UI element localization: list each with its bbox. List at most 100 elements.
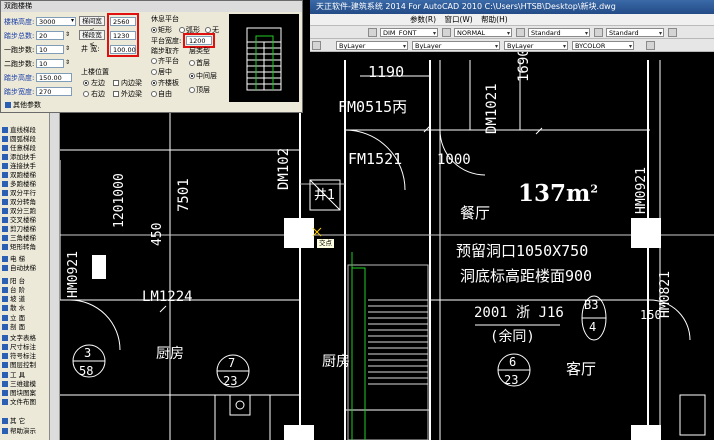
dim-1190: 1190 xyxy=(368,63,405,81)
door-label-dm1021: DM1021 xyxy=(484,83,500,134)
dialog-title: 双跑楼梯 xyxy=(1,1,302,12)
palette-item-label: 坡 道 xyxy=(10,295,26,303)
tread-width-input[interactable]: 270 xyxy=(36,87,72,96)
dim-7501: 7501 xyxy=(176,178,192,212)
palette-item-icon xyxy=(2,217,8,223)
palette-item-icon xyxy=(2,353,8,359)
steps-total-spinner-icon[interactable]: ⇕ xyxy=(65,30,70,40)
menu-bar: 参数(R) 窗口(W) 帮助(H) xyxy=(310,14,714,26)
multileader-style-icon[interactable] xyxy=(594,28,603,37)
style-manager-icon[interactable] xyxy=(668,28,677,37)
more-params-link[interactable]: 其他参数 xyxy=(13,100,41,110)
palette-item[interactable]: 矩形转角 xyxy=(2,242,49,252)
palette-item-label: 任意梯段 xyxy=(10,144,36,152)
menu-item-params[interactable]: 参数(R) xyxy=(410,15,436,24)
table-style-icon[interactable] xyxy=(516,28,525,37)
palette-item[interactable]: 剖 面 xyxy=(2,322,49,332)
well-label: 井1 xyxy=(314,188,335,203)
inner-beam-label: 内边梁 xyxy=(121,79,142,87)
palette-item-icon xyxy=(2,208,8,214)
palette-item[interactable]: 帮助演示 xyxy=(2,426,49,436)
palette-item[interactable]: 其 它 xyxy=(2,416,49,426)
palette-item-icon xyxy=(2,428,8,434)
palette-item-label: 添加扶手 xyxy=(10,153,36,161)
palette-item-icon xyxy=(2,265,8,271)
font-style-select[interactable]: DIM_FONT xyxy=(380,28,438,37)
palette-item-icon xyxy=(2,381,8,387)
steps-total-label: 踏步总数: xyxy=(4,32,35,40)
dim-1201000: 1201000 xyxy=(112,173,127,228)
landing-rect-radio[interactable] xyxy=(151,27,157,33)
palette-item-icon xyxy=(2,190,8,196)
palette-item-label: 电 梯 xyxy=(10,255,26,263)
palette-item-icon xyxy=(2,344,8,350)
palette-scroll-strip[interactable] xyxy=(50,113,60,440)
palette-item-label: 三维建模 xyxy=(10,380,36,388)
linetype-select[interactable]: ByLayer xyxy=(412,41,500,50)
flight1-spinner-icon[interactable]: ⇕ xyxy=(65,44,70,54)
lineweight-select[interactable]: ByLayer xyxy=(504,41,568,50)
palette-item[interactable]: 散 水 xyxy=(2,303,49,313)
align-center-label: 居中 xyxy=(158,68,172,76)
palette-item-label: 直线梯段 xyxy=(10,126,36,134)
flight-width-button[interactable]: 梯段宽< xyxy=(79,30,105,48)
palette-item[interactable]: 图层控制 xyxy=(2,360,49,370)
flight1-label: 一跑步数: xyxy=(4,46,35,54)
align-floor-radio[interactable] xyxy=(151,80,157,86)
door-label-fm1521: FM1521 xyxy=(348,150,403,168)
dim-450: 450 xyxy=(150,222,165,246)
floor-height-input[interactable]: 3000 xyxy=(36,17,76,26)
handrail-right-radio[interactable] xyxy=(83,91,89,97)
palette-item[interactable]: 文件布图 xyxy=(2,397,49,407)
palette-item-icon xyxy=(2,181,8,187)
palette-item[interactable]: 自动扶梯 xyxy=(2,263,49,273)
bubble-3: 3 xyxy=(84,346,92,360)
text-standard-select[interactable]: Standard xyxy=(528,28,590,37)
palette-item-label: 三角楼梯 xyxy=(10,234,36,242)
flight2-spinner-icon[interactable]: ⇕ xyxy=(65,58,70,68)
palette-item-label: 符号标注 xyxy=(10,352,36,360)
door-label-dm102: DM102 xyxy=(276,147,292,190)
text-style-icon[interactable] xyxy=(368,28,377,37)
window-label-hm0921-right: HM0921 xyxy=(634,167,649,214)
floor-top-radio[interactable] xyxy=(189,87,195,93)
align-landing-radio[interactable] xyxy=(151,58,157,64)
floor-middle-radio[interactable] xyxy=(189,73,195,79)
dim-style-icon[interactable] xyxy=(442,28,451,37)
inner-beam-checkbox[interactable] xyxy=(113,80,119,86)
handrail-group-label: 上楼位置 xyxy=(81,68,109,76)
riser-height-label: 踏步高度: xyxy=(4,74,35,82)
align-free-radio[interactable] xyxy=(151,91,157,97)
table-standard-select[interactable]: Standard xyxy=(606,28,664,37)
step-align-group-label: 踏步取齐 xyxy=(151,47,179,55)
palette-item-icon xyxy=(2,226,8,232)
handrail-left-label: 左边 xyxy=(91,79,105,87)
menu-item-help[interactable]: 帮助(H) xyxy=(481,15,508,24)
color-select[interactable]: BYCOLOR xyxy=(572,41,634,50)
dim-style-select[interactable]: NORMAL xyxy=(454,28,512,37)
layer-select[interactable]: ByLayer xyxy=(336,41,408,50)
layer-manager-icon[interactable] xyxy=(312,41,321,50)
menu-item-window[interactable]: 窗口(W) xyxy=(444,15,472,24)
palette-item-label: 其 它 xyxy=(10,417,26,425)
palette-item-label: 图层控制 xyxy=(10,361,36,369)
plot-style-icon[interactable] xyxy=(646,41,655,50)
align-center-radio[interactable] xyxy=(151,69,157,75)
handrail-left-radio[interactable] xyxy=(83,80,89,86)
palette-item-label: 立 面 xyxy=(10,314,26,322)
door-label-lm1224: LM1224 xyxy=(142,289,193,305)
hole-height-label: 洞底标高距楼面900 xyxy=(460,267,593,285)
stair-width-button[interactable]: 梯间宽< xyxy=(79,16,105,34)
steps-total-input[interactable]: 20 xyxy=(36,31,64,40)
floor-first-radio[interactable] xyxy=(189,60,195,66)
more-params-icon[interactable] xyxy=(5,102,11,108)
floor-height-dropdown-icon[interactable]: ▾ xyxy=(71,16,74,26)
riser-height-input[interactable]: 150.00 xyxy=(36,73,72,82)
room-label-restaurant: 餐厅 xyxy=(460,204,491,222)
palette-item-icon xyxy=(2,418,8,424)
outer-beam-checkbox[interactable] xyxy=(113,91,119,97)
dim-150: 150 xyxy=(640,308,662,322)
flight1-input[interactable]: 10 xyxy=(36,45,64,54)
flight2-input[interactable]: 10 xyxy=(36,59,64,68)
palette-item-icon xyxy=(2,335,8,341)
